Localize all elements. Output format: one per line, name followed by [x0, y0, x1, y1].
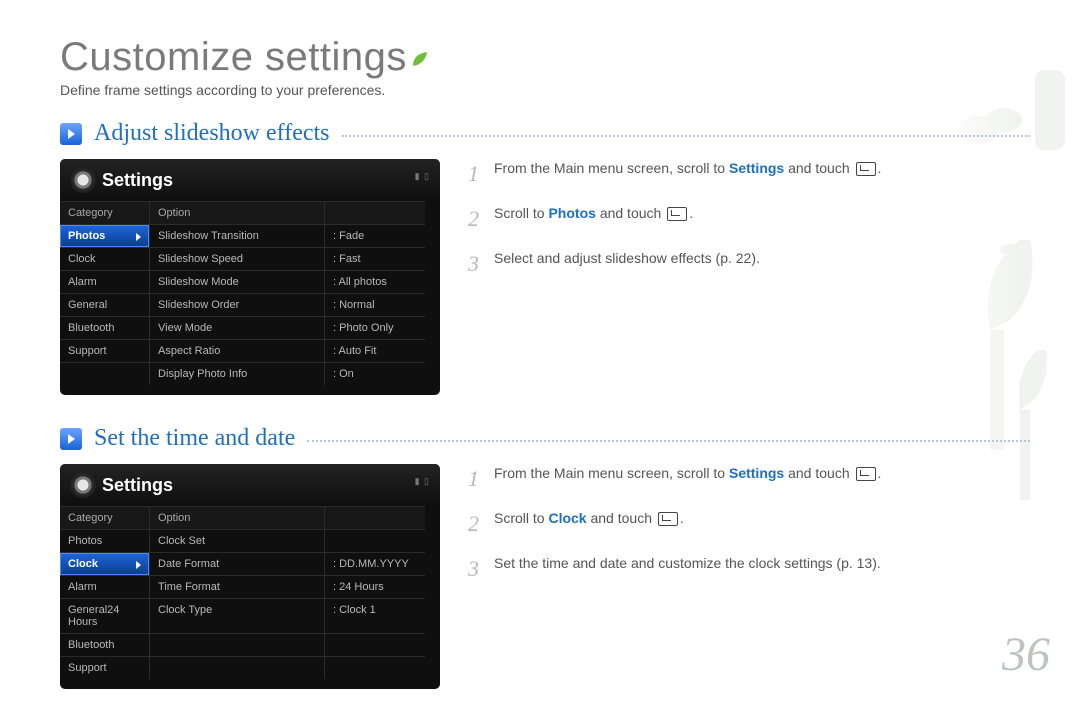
option-label[interactable]: Slideshow Order: [150, 293, 325, 316]
steps-list: 1 From the Main menu screen, scroll to S…: [468, 159, 1030, 293]
step-number: 3: [468, 554, 484, 585]
section-slideshow: Adjust slideshow effects Settings ▮ ▯ Ca…: [60, 120, 1030, 395]
gear-icon: [72, 169, 94, 191]
step-item: 3 Set the time and date and customize th…: [468, 554, 1030, 585]
option-value: [325, 529, 425, 552]
option-label[interactable]: Aspect Ratio: [150, 339, 325, 362]
dotted-rule: [342, 135, 1030, 137]
option-label[interactable]: Date Format: [150, 552, 325, 575]
option-label[interactable]: Slideshow Speed: [150, 247, 325, 270]
option-label[interactable]: View Mode: [150, 316, 325, 339]
option-value: : On: [325, 362, 425, 385]
section-heading: Set the time and date: [94, 425, 295, 452]
category-item[interactable]: Support: [60, 339, 150, 362]
category-item[interactable]: General: [60, 293, 150, 316]
enter-icon: [667, 207, 687, 221]
enter-icon: [658, 512, 678, 526]
category-item[interactable]: Bluetooth: [60, 316, 150, 339]
settings-panel-photos: Settings ▮ ▯ Category Option Photos Slid…: [60, 159, 440, 395]
step-item: 2 Scroll to Photos and touch .: [468, 204, 1030, 235]
option-value: : Auto Fit: [325, 339, 425, 362]
col-head-option: Option: [150, 506, 325, 529]
step-number: 1: [468, 464, 484, 495]
panel-indicator: ▮ ▯: [415, 171, 430, 182]
step-number: 3: [468, 249, 484, 280]
chevron-right-icon: [136, 561, 141, 569]
col-head-category: Category: [60, 201, 150, 224]
settings-panel-clock: Settings ▮ ▯ Category Option Photos Cloc…: [60, 464, 440, 689]
page-title: Customize settings: [60, 35, 1030, 80]
leaf-icon: [409, 35, 431, 80]
section-heading: Adjust slideshow effects: [94, 120, 330, 147]
option-label[interactable]: Time Format: [150, 575, 325, 598]
step-item: 3 Select and adjust slideshow effects (p…: [468, 249, 1030, 280]
keyword: Clock: [548, 510, 586, 526]
option-value: : All photos: [325, 270, 425, 293]
section-bullet-icon: [60, 428, 82, 450]
category-item[interactable]: Bluetooth: [60, 633, 150, 656]
category-item[interactable]: Alarm: [60, 575, 150, 598]
panel-indicator: ▮ ▯: [415, 476, 430, 487]
dotted-rule: [307, 440, 1030, 442]
option-value: : Photo Only: [325, 316, 425, 339]
section-bullet-icon: [60, 123, 82, 145]
step-number: 1: [468, 159, 484, 190]
page-subtitle: Define frame settings according to your …: [60, 82, 1030, 98]
keyword: Settings: [729, 465, 784, 481]
col-head-option: Option: [150, 201, 325, 224]
chevron-right-icon: [136, 233, 141, 241]
category-item[interactable]: Photos: [60, 529, 150, 552]
category-item[interactable]: Clock: [60, 247, 150, 270]
option-value: : Clock 1: [325, 598, 425, 633]
option-label[interactable]: Slideshow Transition: [150, 224, 325, 247]
option-label[interactable]: Display Photo Info: [150, 362, 325, 385]
option-value: : Fade: [325, 224, 425, 247]
option-value: : Fast: [325, 247, 425, 270]
option-value: : Normal: [325, 293, 425, 316]
step-item: 1 From the Main menu screen, scroll to S…: [468, 464, 1030, 495]
category-item[interactable]: General24 Hours: [60, 598, 150, 633]
category-item[interactable]: Support: [60, 656, 150, 679]
step-number: 2: [468, 509, 484, 540]
keyword: Settings: [729, 160, 784, 176]
panel-title: Settings: [102, 170, 173, 191]
option-value: : DD.MM.YYYY: [325, 552, 425, 575]
step-item: 1 From the Main menu screen, scroll to S…: [468, 159, 1030, 190]
category-item-selected[interactable]: Photos: [60, 224, 150, 247]
step-number: 2: [468, 204, 484, 235]
page: Customize settings Define frame settings…: [0, 0, 1080, 712]
option-label[interactable]: Clock Set: [150, 529, 325, 552]
col-head-category: Category: [60, 506, 150, 529]
option-label[interactable]: Slideshow Mode: [150, 270, 325, 293]
option-value: : 24 Hours: [325, 575, 425, 598]
enter-icon: [856, 162, 876, 176]
gear-icon: [72, 474, 94, 496]
step-item: 2 Scroll to Clock and touch .: [468, 509, 1030, 540]
panel-title: Settings: [102, 475, 173, 496]
category-item[interactable]: Alarm: [60, 270, 150, 293]
section-timedate: Set the time and date Settings ▮ ▯ Categ…: [60, 425, 1030, 689]
steps-list: 1 From the Main menu screen, scroll to S…: [468, 464, 1030, 598]
category-item-selected[interactable]: Clock: [60, 552, 150, 575]
option-label[interactable]: Clock Type: [150, 598, 325, 633]
enter-icon: [856, 467, 876, 481]
keyword: Photos: [548, 205, 595, 221]
